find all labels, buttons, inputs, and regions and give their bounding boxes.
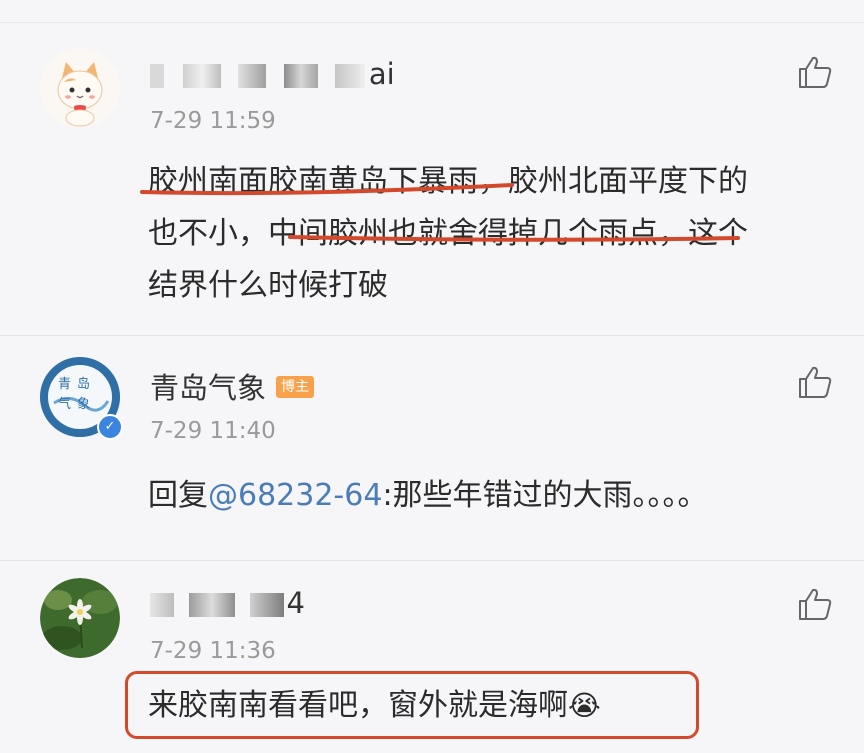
username-obscured[interactable]: 4 [150,586,305,620]
username-text: 青岛气象 [150,371,267,405]
red-box-annotation [125,671,699,739]
reply-body: :那些年错过的大雨。。。。 [382,478,708,513]
blurred-username-part [250,593,285,617]
avatar-text: 青岛气象 [58,377,97,412]
username[interactable]: 青岛气象 博主 [150,365,315,407]
thumbs-up-icon[interactable] [797,364,833,400]
comment-divider [0,335,864,336]
blurred-username-part [189,593,236,617]
red-underline-annotation [140,183,740,242]
comment-divider [0,560,864,561]
author-badge: 博主 [276,376,315,398]
comment-time: 7-29 11:40 [150,418,276,444]
plant-avatar[interactable] [40,578,120,658]
comment-line: 结界什么时候打破 [148,268,388,303]
reply-prefix: 回复 [148,478,208,513]
reply-text: 回复@68232-64:那些年错过的大雨。。。。 [148,470,708,522]
thumbs-up-icon[interactable] [797,586,833,622]
username-tail: 4 [286,586,305,620]
comment-time: 7-29 11:36 [150,638,276,664]
verified-icon: ✓ [97,414,123,440]
blurred-username-part [150,593,174,617]
mention-link[interactable]: @68232-64 [208,478,382,513]
